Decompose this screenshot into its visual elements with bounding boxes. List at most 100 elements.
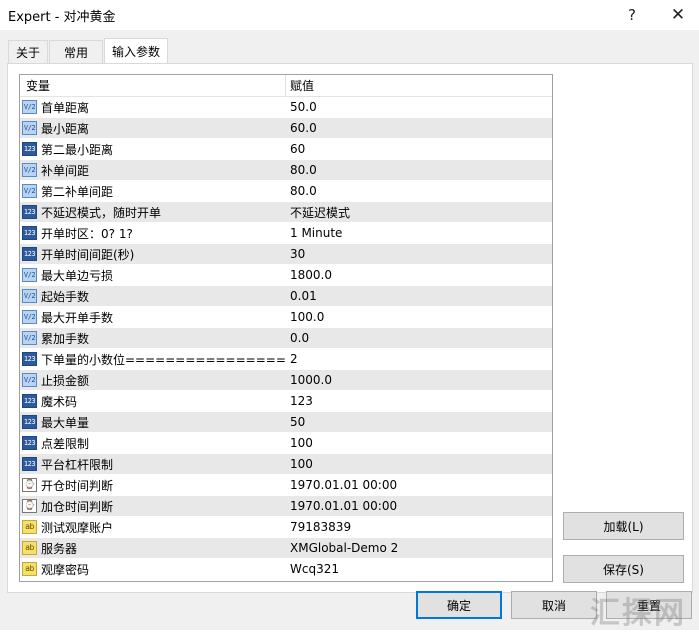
int-type-icon: 123: [22, 247, 37, 261]
close-button[interactable]: ✕: [658, 0, 698, 30]
value-cell[interactable]: 1970.01.01 00:00: [286, 478, 552, 492]
variable-name: 补单间距: [41, 163, 90, 178]
variable-cell: 123 下单量的小数位=================?..: [20, 351, 286, 368]
value-cell[interactable]: 0.01: [286, 289, 552, 303]
value-cell[interactable]: 100: [286, 436, 552, 450]
table-row[interactable]: ⌚ 开仓时间判断 1970.01.01 00:00: [20, 475, 552, 496]
tab-inputs[interactable]: 输入参数: [104, 38, 168, 63]
grid-header: 变量 赋值: [20, 75, 552, 97]
header-value[interactable]: 赋值: [286, 75, 552, 96]
variable-cell: V/2 第二补单间距: [20, 183, 286, 200]
int-type-icon: 123: [22, 226, 37, 240]
int-type-icon: 123: [22, 436, 37, 450]
variable-name: 魔术码: [41, 394, 78, 409]
str-type-icon: ab: [22, 562, 37, 576]
value-cell[interactable]: 1 Minute: [286, 226, 552, 240]
variable-name: 测试观摩账户: [41, 520, 114, 535]
table-row[interactable]: V/2 最小距离 60.0: [20, 118, 552, 139]
value-cell[interactable]: 0.0: [286, 331, 552, 345]
table-row[interactable]: ab 观摩密码 Wcq321: [20, 559, 552, 580]
table-row[interactable]: ab 测试观摩账户 79183839: [20, 517, 552, 538]
value-cell[interactable]: 100.0: [286, 310, 552, 324]
variable-name: 不延迟模式，随时开单: [41, 205, 162, 220]
str-type-icon: ab: [22, 520, 37, 534]
value-cell[interactable]: Wcq321: [286, 562, 552, 576]
cancel-button[interactable]: 取消: [511, 591, 597, 619]
variable-cell: ⌚ 开仓时间判断: [20, 477, 286, 494]
table-row[interactable]: V/2 最大开单手数 100.0: [20, 307, 552, 328]
grid-rows: V/2 首单距离 50.0 V/2 最小距离 60.0 123 第二最小距离 60 V/2 补单间距…: [20, 97, 552, 580]
variable-cell: 123 点差限制: [20, 435, 286, 452]
table-row[interactable]: 123 开单时区：0? 1? 1 Minute: [20, 223, 552, 244]
table-row[interactable]: 123 平台杠杆限制 100: [20, 454, 552, 475]
variable-name: 开仓时间判断: [41, 478, 114, 493]
time-type-icon: ⌚: [22, 478, 37, 492]
table-row[interactable]: V/2 累加手数 0.0: [20, 328, 552, 349]
load-button[interactable]: 加载(L): [563, 512, 684, 540]
ok-button[interactable]: 确定: [416, 591, 502, 619]
table-row[interactable]: V/2 首单距离 50.0: [20, 97, 552, 118]
variable-cell: V/2 首单距离: [20, 99, 286, 116]
table-row[interactable]: V/2 最大单边亏损 1800.0: [20, 265, 552, 286]
table-row[interactable]: V/2 起始手数 0.01: [20, 286, 552, 307]
value-cell[interactable]: 60.0: [286, 121, 552, 135]
value-cell[interactable]: 123: [286, 394, 552, 408]
table-row[interactable]: 123 不延迟模式，随时开单 不延迟模式: [20, 202, 552, 223]
table-row[interactable]: ab 服务器 XMGlobal-Demo 2: [20, 538, 552, 559]
expert-properties-window: Expert - 对冲黄金 ? ✕ 关于 常用 输入参数 变量 赋值 V/2 首单…: [0, 0, 699, 631]
tab-common[interactable]: 常用: [49, 40, 103, 63]
variable-name: 下单量的小数位=================?..: [41, 352, 286, 367]
reset-button[interactable]: 重置: [606, 591, 692, 619]
value-cell[interactable]: 1970.01.01 00:00: [286, 499, 552, 513]
value-cell[interactable]: 50: [286, 415, 552, 429]
inputs-grid: 变量 赋值 V/2 首单距离 50.0 V/2 最小距离 60.0 123 第二最小距离 60 V…: [19, 74, 553, 582]
variable-name: 点差限制: [41, 436, 90, 451]
variable-cell: V/2 最大开单手数: [20, 309, 286, 326]
value-cell[interactable]: 79183839: [286, 520, 552, 534]
table-row[interactable]: V/2 止损金额 1000.0: [20, 370, 552, 391]
time-type-icon: ⌚: [22, 499, 37, 513]
variable-cell: 123 不延迟模式，随时开单: [20, 204, 286, 221]
variable-name: 最小距离: [41, 121, 90, 136]
real-type-icon: V/2: [22, 268, 37, 282]
value-cell[interactable]: 100: [286, 457, 552, 471]
value-cell[interactable]: 30: [286, 247, 552, 261]
table-row[interactable]: 123 点差限制 100: [20, 433, 552, 454]
value-cell[interactable]: 50.0: [286, 100, 552, 114]
help-button[interactable]: ?: [612, 0, 652, 30]
value-cell[interactable]: 80.0: [286, 184, 552, 198]
header-variable[interactable]: 变量: [20, 75, 286, 96]
value-cell[interactable]: 1800.0: [286, 268, 552, 282]
table-row[interactable]: V/2 第二补单间距 80.0: [20, 181, 552, 202]
variable-name: 平台杠杆限制: [41, 457, 114, 472]
variable-cell: ab 观摩密码: [20, 561, 286, 578]
save-button[interactable]: 保存(S): [563, 555, 684, 583]
table-row[interactable]: 123 最大单量 50: [20, 412, 552, 433]
value-cell[interactable]: XMGlobal-Demo 2: [286, 541, 552, 555]
variable-cell: 123 开单时间间距(秒): [20, 246, 286, 263]
variable-cell: 123 第二最小距离: [20, 141, 286, 158]
real-type-icon: V/2: [22, 373, 37, 387]
value-cell[interactable]: 不延迟模式: [286, 204, 552, 221]
variable-name: 服务器: [41, 541, 78, 556]
variable-name: 最大单量: [41, 415, 90, 430]
table-row[interactable]: 123 开单时间间距(秒) 30: [20, 244, 552, 265]
table-row[interactable]: ⌚ 加仓时间判断 1970.01.01 00:00: [20, 496, 552, 517]
table-row[interactable]: 123 下单量的小数位=================?.. 2: [20, 349, 552, 370]
variable-name: 观摩密码: [41, 562, 90, 577]
int-type-icon: 123: [22, 352, 37, 366]
int-type-icon: 123: [22, 457, 37, 471]
tab-about[interactable]: 关于: [8, 40, 48, 63]
table-row[interactable]: V/2 补单间距 80.0: [20, 160, 552, 181]
int-type-icon: 123: [22, 142, 37, 156]
window-title: Expert - 对冲黄金: [8, 10, 116, 25]
table-row[interactable]: 123 魔术码 123: [20, 391, 552, 412]
variable-name: 第二补单间距: [41, 184, 114, 199]
variable-cell: 123 平台杠杆限制: [20, 456, 286, 473]
table-row[interactable]: 123 第二最小距离 60: [20, 139, 552, 160]
value-cell[interactable]: 2: [286, 352, 552, 366]
value-cell[interactable]: 1000.0: [286, 373, 552, 387]
value-cell[interactable]: 60: [286, 142, 552, 156]
value-cell[interactable]: 80.0: [286, 163, 552, 177]
title-bar: Expert - 对冲黄金 ? ✕: [0, 0, 699, 30]
